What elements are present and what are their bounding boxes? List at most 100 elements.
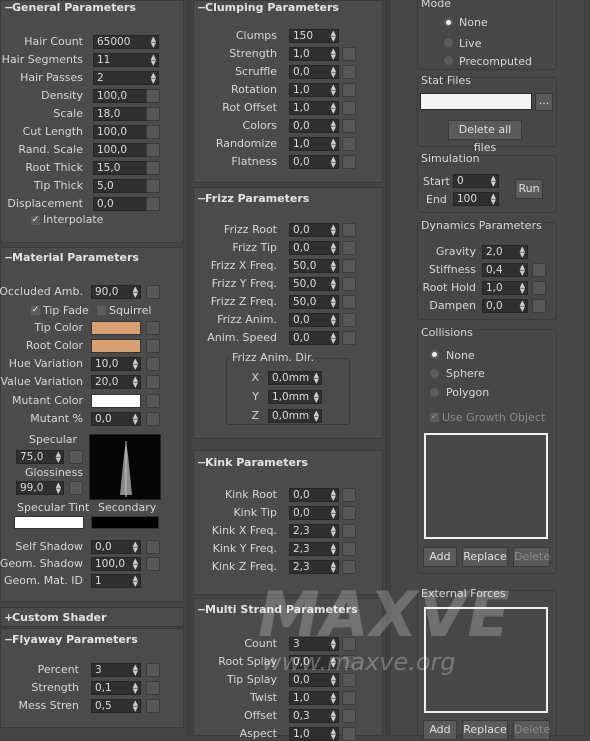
sim-end-spinner[interactable]: 100 ▲ ▼	[453, 192, 499, 206]
mutant-percent-spinner[interactable]: 0,0 ▲ ▼	[91, 412, 141, 426]
anim-speed-map-button[interactable]	[342, 331, 356, 345]
frizz-dir-z-spinner[interactable]: 0,0mm ▲ ▼	[268, 409, 322, 423]
spinner-arrows-icon[interactable]: ▲▼	[520, 264, 525, 277]
kink-z-freq-map-button[interactable]	[342, 560, 356, 574]
spinner-arrows-icon[interactable]: ▲▼	[331, 30, 336, 43]
secondary-swatch[interactable]	[91, 516, 159, 529]
stat-files-path-input[interactable]	[420, 93, 532, 110]
mode-live-radio[interactable]	[444, 38, 453, 47]
frizz-anim-map-button[interactable]	[342, 313, 356, 327]
frizz-root-map-button[interactable]	[342, 223, 356, 237]
occluded-amb-map-button[interactable]	[146, 285, 160, 299]
frizz-parameters-header[interactable]: −Frizz Parameters	[197, 192, 309, 205]
tip-color-map-button[interactable]	[146, 321, 160, 335]
rot-offset-spinner[interactable]: 1,0 ▲ ▼	[289, 101, 339, 115]
kink-z-freq-spinner[interactable]: 2,3 ▲ ▼	[289, 560, 339, 574]
rot-offset-map-button[interactable]	[342, 101, 356, 115]
scruffle-map-button[interactable]	[342, 65, 356, 79]
aspect-spinner[interactable]: 1,0 ▲ ▼	[289, 727, 339, 741]
spinner-arrows-icon[interactable]: ▲▼	[151, 36, 156, 49]
spinner-arrows-icon[interactable]: ▲▼	[331, 260, 336, 273]
twist-spinner[interactable]: 1,0 ▲ ▼	[289, 691, 339, 705]
spinner-arrows-icon[interactable]: ▲▼	[520, 246, 525, 259]
root-hold-spinner[interactable]: 1,0 ▲ ▼	[482, 281, 528, 295]
spinner-arrows-icon[interactable]: ▲▼	[331, 66, 336, 79]
spinner-arrows-icon[interactable]: ▲▼	[331, 525, 336, 538]
scruffle-spinner[interactable]: 0,0 ▲ ▼	[289, 65, 339, 79]
kink-parameters-header[interactable]: −Kink Parameters	[197, 456, 308, 469]
rotation-spinner[interactable]: 1,0 ▲ ▼	[289, 83, 339, 97]
hair-count-spinner[interactable]: 65000 ▲ ▼	[93, 35, 159, 49]
gravity-spinner[interactable]: 2,0 ▲ ▼	[482, 245, 528, 259]
geom-shadow-map-button[interactable]	[146, 557, 160, 571]
spinner-arrows-icon[interactable]: ▲▼	[331, 332, 336, 345]
strength-map-button[interactable]	[146, 681, 160, 695]
frizz-tip-spinner[interactable]: 0,0 ▲ ▼	[289, 241, 339, 255]
specular-spinner[interactable]: 75,0 ▲ ▼	[16, 450, 64, 464]
mutant-color-swatch[interactable]	[91, 394, 141, 408]
forces-delete-button[interactable]: Delete	[513, 720, 550, 740]
spinner-arrows-icon[interactable]: ▲▼	[133, 413, 138, 426]
hue-variation-spinner[interactable]: 10,0 ▲ ▼	[91, 357, 141, 371]
spinner-arrows-icon[interactable]: ▲▼	[331, 224, 336, 237]
delete-all-files-button[interactable]: Delete all files	[448, 120, 522, 154]
spinner-arrows-icon[interactable]: ▲▼	[331, 489, 336, 502]
root-thick-map-button[interactable]	[146, 161, 160, 175]
spinner-arrows-icon[interactable]: ▲▼	[491, 193, 496, 206]
collision-polygon-radio[interactable]	[430, 388, 439, 397]
value-variation-spinner[interactable]: 20,0 ▲ ▼	[91, 375, 141, 389]
offset-map-button[interactable]	[342, 709, 356, 723]
displacement-map-button[interactable]	[146, 197, 160, 211]
occluded-amb-spinner[interactable]: 90,0 ▲ ▼	[91, 285, 141, 299]
spinner-arrows-icon[interactable]: ▲▼	[133, 286, 138, 299]
column-splitter[interactable]	[186, 0, 191, 736]
spinner-arrows-icon[interactable]: ▲▼	[331, 120, 336, 133]
spinner-arrows-icon[interactable]: ▲▼	[331, 543, 336, 556]
self-shadow-map-button[interactable]	[146, 540, 160, 554]
flatness-spinner[interactable]: 0,0 ▲ ▼	[289, 155, 339, 169]
geom-shadow-spinner[interactable]: 100,0 ▲ ▼	[91, 557, 141, 571]
strength-spinner[interactable]: 1,0 ▲ ▼	[289, 47, 339, 61]
hue-variation-map-button[interactable]	[146, 357, 160, 371]
spinner-arrows-icon[interactable]: ▲▼	[151, 72, 156, 85]
frizz-tip-map-button[interactable]	[342, 241, 356, 255]
general-parameters-header[interactable]: −General Parameters	[4, 1, 136, 14]
forces-add-button[interactable]: Add	[423, 720, 457, 740]
dampen-spinner[interactable]: 0,0 ▲ ▼	[482, 299, 528, 313]
aspect-map-button[interactable]	[342, 727, 356, 741]
specular-map-button[interactable]	[69, 450, 83, 464]
frizz-z-freq-map-button[interactable]	[342, 295, 356, 309]
frizz-dir-x-spinner[interactable]: 0,0mm ▲ ▼	[268, 371, 322, 385]
strength-map-button[interactable]	[342, 47, 356, 61]
spinner-arrows-icon[interactable]: ▲▼	[133, 376, 138, 389]
spinner-arrows-icon[interactable]: ▲▼	[314, 372, 319, 385]
spinner-arrows-icon[interactable]: ▲▼	[133, 541, 138, 554]
spinner-arrows-icon[interactable]: ▲▼	[56, 451, 61, 464]
mode-none-radio[interactable]	[444, 18, 453, 27]
spinner-arrows-icon[interactable]: ▲▼	[331, 314, 336, 327]
collision-replace-button[interactable]: Replace	[462, 547, 508, 567]
root-color-swatch[interactable]	[91, 339, 141, 353]
kink-y-freq-spinner[interactable]: 2,3 ▲ ▼	[289, 542, 339, 556]
self-shadow-spinner[interactable]: 0,0 ▲ ▼	[91, 540, 141, 554]
collision-none-radio[interactable]	[430, 350, 439, 359]
spinner-arrows-icon[interactable]: ▲▼	[331, 48, 336, 61]
strength-spinner[interactable]: 0,1 ▲ ▼	[91, 681, 141, 695]
spinner-arrows-icon[interactable]: ▲▼	[133, 358, 138, 371]
collision-objects-list[interactable]	[424, 433, 548, 539]
spinner-arrows-icon[interactable]: ▲▼	[331, 692, 336, 705]
spinner-arrows-icon[interactable]: ▲▼	[331, 84, 336, 97]
tip-thick-map-button[interactable]	[146, 179, 160, 193]
percent-map-button[interactable]	[146, 663, 160, 677]
custom-shader-header[interactable]: +Custom Shader	[4, 611, 107, 624]
spinner-arrows-icon[interactable]: ▲▼	[56, 482, 61, 495]
spinner-arrows-icon[interactable]: ▲▼	[314, 391, 319, 404]
spinner-arrows-icon[interactable]: ▲▼	[133, 682, 138, 695]
specular-tint-swatch[interactable]	[14, 516, 84, 529]
kink-x-freq-spinner[interactable]: 2,3 ▲ ▼	[289, 524, 339, 538]
material-parameters-header[interactable]: −Material Parameters	[4, 251, 139, 264]
collision-delete-button[interactable]: Delete	[513, 547, 550, 567]
spinner-arrows-icon[interactable]: ▲▼	[331, 507, 336, 520]
stiffness-spinner[interactable]: 0,4 ▲ ▼	[482, 263, 528, 277]
kink-root-spinner[interactable]: 0,0 ▲ ▼	[289, 488, 339, 502]
